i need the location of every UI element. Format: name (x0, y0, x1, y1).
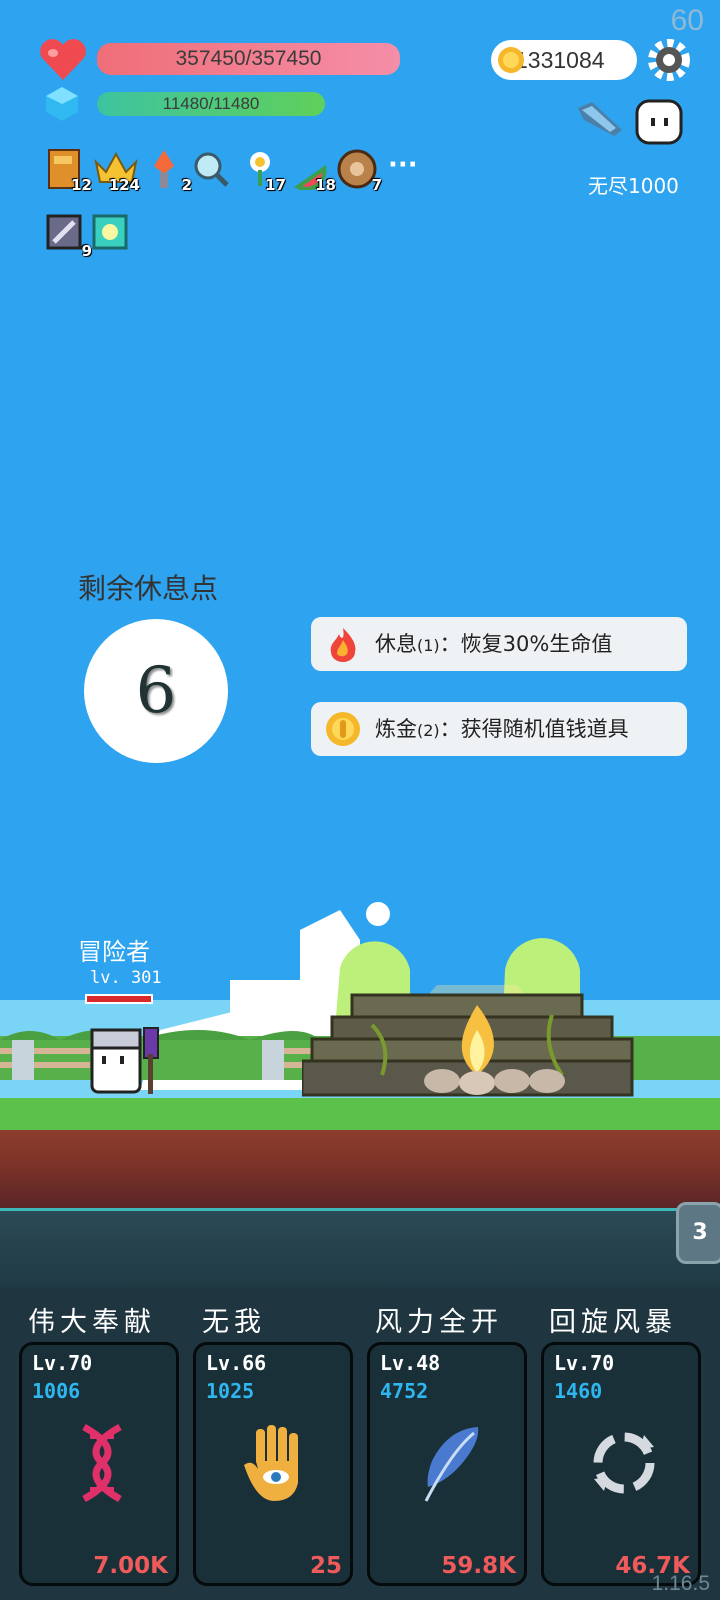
fps-counter: 60 (670, 4, 704, 37)
crown-icon[interactable]: 124 (94, 148, 140, 194)
skill-level: Lv.48 (380, 1351, 441, 1375)
ground-grass (0, 1098, 720, 1134)
skill-card-2[interactable]: Lv.66 1025 25 (193, 1342, 353, 1586)
hero-sprite[interactable] (86, 1024, 166, 1098)
skill-name-3: 风力全开 (375, 1307, 503, 1338)
rest-points-label: 剩余休息点 (78, 572, 219, 605)
hp-bar: 357450/357450 (97, 43, 400, 75)
skill-name-2: 无我 (202, 1307, 266, 1338)
feather-icon (424, 1427, 479, 1502)
hero-hp-bar (85, 994, 153, 1004)
torch-icon[interactable]: 2 (146, 148, 192, 194)
gear-icon[interactable] (648, 39, 690, 81)
skill-card-1[interactable]: Lv.70 1006 7.00K (19, 1342, 179, 1586)
skill-name-4: 回旋风暴 (549, 1307, 677, 1338)
skill-mp-cost: 1460 (554, 1379, 603, 1403)
alchemy-option-desc: ：获得随机值钱道具 (439, 717, 629, 741)
skill-level: Lv.66 (206, 1351, 267, 1375)
watermelon-icon[interactable]: 18 (290, 148, 336, 194)
alchemy-option-title: 炼金 (375, 717, 417, 741)
alchemy-option-button[interactable]: 炼金(2)：获得随机值钱道具 (311, 702, 687, 756)
version-label: 1.16.5 (651, 1572, 710, 1595)
mp-bar: 11480/11480 (97, 92, 325, 116)
rest-option-title: 休息 (375, 632, 417, 656)
coin-icon (326, 712, 360, 746)
ghost-icon[interactable] (634, 98, 684, 146)
ground-dirt (0, 1130, 720, 1208)
skill-gold-cost: 25 (309, 1553, 342, 1579)
flower-icon[interactable]: 17 (240, 148, 286, 194)
skill-level: Lv.70 (554, 1351, 615, 1375)
hero-name: 冒险者 (78, 938, 150, 966)
skill-gold-cost: 7.00K (93, 1553, 168, 1579)
sword-shield-icon[interactable] (574, 98, 628, 142)
coin-icon (498, 47, 524, 73)
more-items-button[interactable]: ··· (388, 150, 418, 180)
wave-counter-badge[interactable]: 3 (676, 1202, 720, 1264)
endless-mode-label[interactable]: 无尽1000 (588, 170, 679, 199)
sword-icon[interactable]: 9 (46, 214, 92, 260)
hero-level: lv. 301 (90, 968, 162, 988)
gem-icon[interactable] (92, 214, 132, 258)
rest-points-counter: 6 (84, 619, 228, 763)
crystal-icon (46, 87, 78, 121)
water-strip (0, 1208, 720, 1288)
rest-option-button[interactable]: 休息(1)：恢复30%生命值 (311, 617, 687, 671)
skill-mp-cost: 1006 (32, 1379, 81, 1403)
skill-card-4[interactable]: Lv.70 1460 46.7K (541, 1342, 701, 1586)
magnifier-icon[interactable] (192, 148, 232, 192)
eye-hand-icon (244, 1425, 298, 1501)
shield-icon[interactable]: 7 (336, 148, 382, 194)
alchemy-option-cost: (2) (417, 721, 440, 740)
skill-mp-cost: 1025 (206, 1379, 255, 1403)
fire-icon (330, 628, 356, 662)
book-icon[interactable]: 12 (46, 148, 92, 194)
rest-option-cost: (1) (417, 636, 440, 655)
rest-option-desc: ：恢复30%生命值 (439, 632, 613, 656)
skill-level: Lv.70 (32, 1351, 93, 1375)
campfire-ruins (302, 985, 634, 1097)
skill-gold-cost: 59.8K (441, 1553, 516, 1579)
dna-icon (82, 1423, 122, 1503)
heart-icon (40, 39, 86, 80)
skill-mp-cost: 4752 (380, 1379, 429, 1403)
skill-card-3[interactable]: Lv.48 4752 59.8K (367, 1342, 527, 1586)
cycle-icon (593, 1432, 655, 1494)
skill-name-1: 伟大奉献 (28, 1307, 156, 1338)
